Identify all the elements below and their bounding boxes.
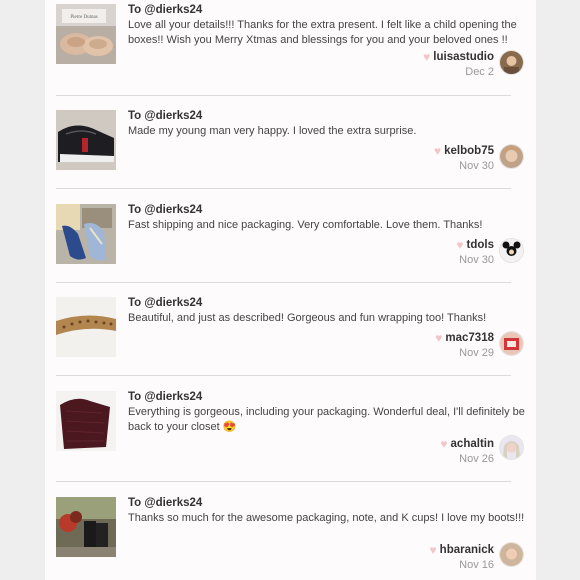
reviewer-username[interactable]: kelbob75: [444, 145, 494, 157]
review-date: Dec 2: [465, 66, 494, 78]
review-message: Everything is gorgeous, including your p…: [128, 406, 525, 433]
heart-icon: ♥: [435, 331, 443, 345]
heart-icon: ♥: [423, 50, 431, 64]
avatar[interactable]: [499, 331, 524, 356]
review-photo[interactable]: [56, 204, 116, 264]
review-date: Nov 26: [459, 453, 494, 465]
review-recipient[interactable]: To @dierks24: [128, 204, 202, 216]
divider: [56, 481, 511, 482]
review-photo[interactable]: Pierre Dumas: [56, 4, 116, 64]
review-photo[interactable]: [56, 297, 116, 357]
review-recipient[interactable]: To @dierks24: [128, 4, 202, 16]
heart-icon: ♥: [440, 437, 448, 451]
reviewer-username[interactable]: achaltin: [451, 438, 494, 450]
review-card: Pierre Dumas To @dierks24 Love all your …: [45, 0, 536, 95]
review-card: To @dierks24 Fast shipping and nice pack…: [45, 200, 536, 282]
heart-icon: ♥: [456, 238, 464, 252]
reviewer-username[interactable]: mac7318: [445, 332, 494, 344]
review-message: Love all your details!!! Thanks for the …: [128, 19, 517, 46]
reviewer-username[interactable]: tdols: [467, 239, 494, 251]
review-photo[interactable]: [56, 497, 116, 557]
heart-icon: ♥: [429, 543, 437, 557]
review-recipient[interactable]: To @dierks24: [128, 497, 202, 509]
divider: [56, 95, 511, 96]
avatar[interactable]: [499, 144, 524, 169]
heart-icon: ♥: [434, 144, 442, 158]
review-card: To @dierks24 Made my young man very happ…: [45, 106, 536, 188]
review-card: To @dierks24 Beautiful, and just as desc…: [45, 293, 536, 375]
reviews-panel: Pierre Dumas To @dierks24 Love all your …: [45, 0, 536, 580]
review-recipient[interactable]: To @dierks24: [128, 297, 202, 309]
review-date: Nov 29: [459, 347, 494, 359]
review-recipient[interactable]: To @dierks24: [128, 110, 202, 122]
review-message: Fast shipping and nice packaging. Very c…: [128, 219, 483, 231]
review-date: Nov 16: [459, 559, 494, 571]
reviewer-username[interactable]: hbaranick: [440, 544, 494, 556]
reviewer-username[interactable]: luisastudio: [433, 51, 494, 63]
review-card: To @dierks24 Thanks so much for the awes…: [45, 493, 536, 580]
review-recipient[interactable]: To @dierks24: [128, 391, 202, 403]
divider: [56, 282, 511, 283]
avatar[interactable]: [499, 50, 524, 75]
review-photo[interactable]: [56, 391, 116, 451]
divider: [56, 188, 511, 189]
box-brand-text: Pierre Dumas: [70, 15, 97, 20]
review-message: Thanks so much for the awesome packaging…: [128, 512, 525, 524]
review-date: Nov 30: [459, 254, 494, 266]
divider: [56, 375, 511, 376]
avatar[interactable]: [499, 542, 524, 567]
review-card: To @dierks24 Everything is gorgeous, inc…: [45, 387, 536, 481]
review-photo[interactable]: [56, 110, 116, 170]
review-message: Beautiful, and just as described! Gorgeo…: [128, 312, 487, 324]
avatar[interactable]: [499, 238, 524, 263]
review-message: Made my young man very happy. I loved th…: [128, 125, 417, 137]
review-date: Nov 30: [459, 160, 494, 172]
avatar[interactable]: [499, 435, 524, 460]
